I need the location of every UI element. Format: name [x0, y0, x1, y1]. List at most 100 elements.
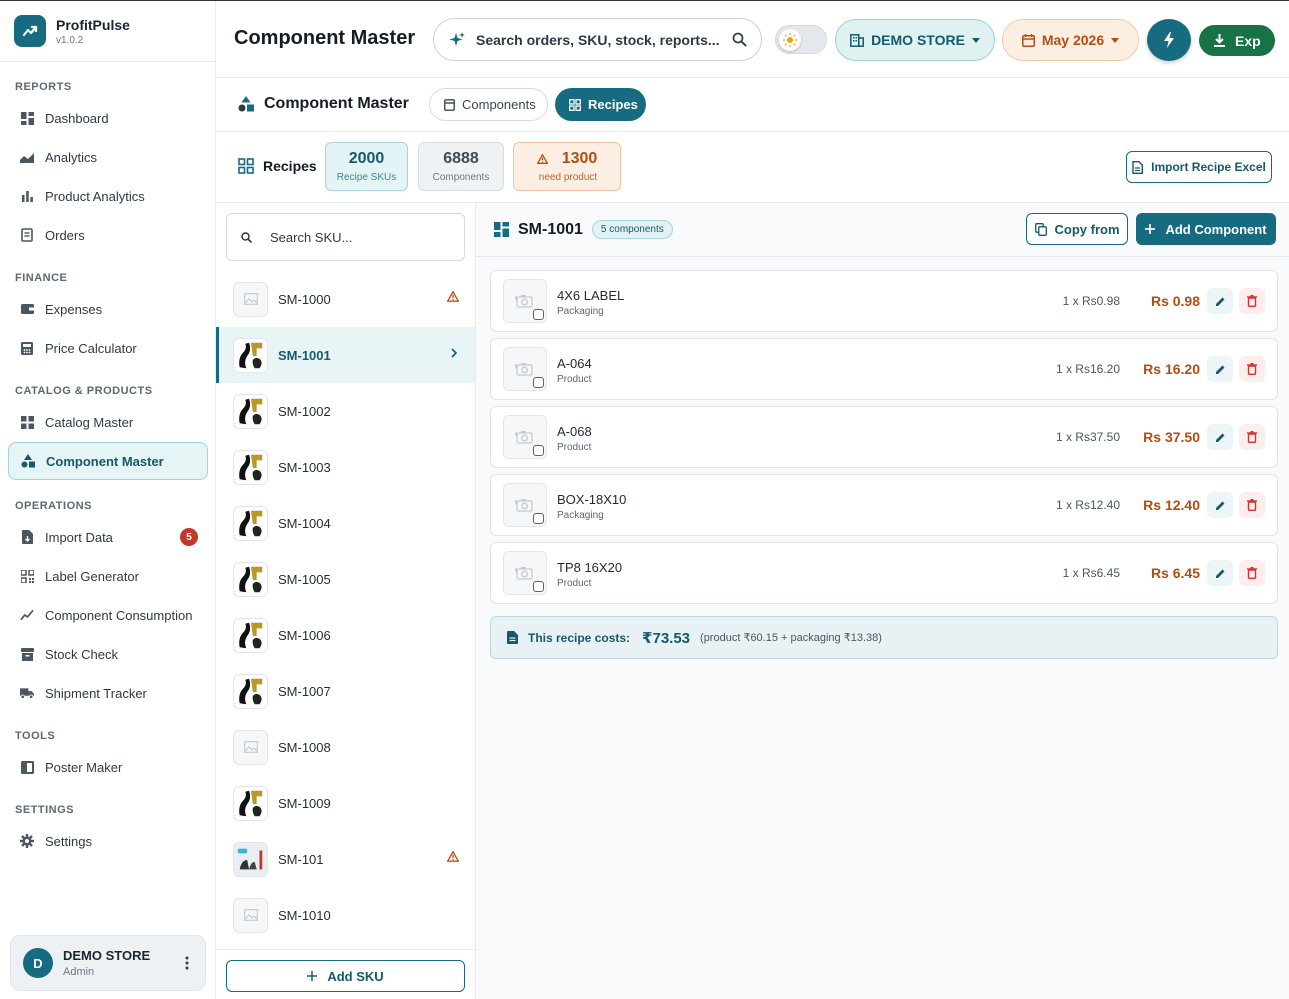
sidebar-item-analytics[interactable]: Analytics [8, 138, 208, 176]
sku-list-item[interactable]: SM-1010 [216, 887, 475, 943]
sidebar-item-label-generator[interactable]: Label Generator [8, 557, 208, 595]
add-photo-icon[interactable] [503, 415, 547, 459]
sidebar-item-label: Dashboard [45, 110, 109, 126]
product-thumbnail [233, 337, 268, 373]
add-sku-button[interactable]: Add SKU [226, 960, 465, 992]
import-count-badge: 5 [180, 528, 198, 546]
tab-components[interactable]: Components [429, 88, 548, 121]
sidebar-item-label: Label Generator [45, 568, 139, 584]
stat-value: 1300 [561, 150, 598, 167]
trend-icon [20, 608, 34, 622]
edit-button[interactable] [1207, 424, 1233, 450]
sku-list-item[interactable]: SM-1003 [216, 439, 475, 495]
export-button[interactable]: Exp [1199, 25, 1275, 56]
component-name: A-064 [557, 356, 592, 371]
recipe-grid-icon [569, 98, 581, 111]
stat-recipe-skus[interactable]: 2000 Recipe SKUs [325, 142, 408, 191]
add-component-label: Add Component [1165, 221, 1267, 237]
sku-list-item[interactable]: SM-101 [216, 831, 475, 887]
brand[interactable]: ProfitPulse v1.0.2 [14, 15, 130, 47]
sku-name: SM-1005 [278, 571, 331, 587]
sku-list-item[interactable]: SM-1000 [216, 271, 475, 327]
component-row: A-064 Product 1 x Rs16.20 Rs 16.20 [490, 338, 1278, 400]
sidebar-item-label: Import Data [45, 529, 113, 545]
sparkle-icon [448, 31, 466, 49]
store-selector[interactable]: DEMO STORE [835, 19, 995, 61]
quick-action-button[interactable] [1147, 19, 1191, 61]
sidebar-item-settings[interactable]: Settings [8, 822, 208, 860]
trash-icon [1247, 499, 1257, 511]
section-settings: SETTINGS [15, 804, 75, 816]
sku-list-item[interactable]: SM-1008 [216, 719, 475, 775]
truck-icon [20, 686, 34, 700]
edit-button[interactable] [1207, 492, 1233, 518]
sidebar-item-import-data[interactable]: Import Data 5 [8, 518, 208, 556]
global-search[interactable]: Search orders, SKU, stock, reports... [433, 18, 762, 61]
sidebar-item-label: Stock Check [45, 646, 118, 662]
section-title: Component Master [238, 95, 409, 113]
caret-down-icon [971, 37, 980, 43]
sku-list-item[interactable]: SM-1002 [216, 383, 475, 439]
edit-button[interactable] [1207, 288, 1233, 314]
tab-recipes[interactable]: Recipes [555, 88, 646, 121]
add-photo-icon[interactable] [503, 347, 547, 391]
mini-badge-icon [533, 445, 544, 456]
sidebar-item-component-consumption[interactable]: Component Consumption [8, 596, 208, 634]
sku-list-item[interactable]: SM-1007 [216, 663, 475, 719]
product-thumbnail [233, 841, 268, 877]
stat-need-product[interactable]: 1300 need product [513, 142, 621, 191]
edit-button[interactable] [1207, 356, 1233, 382]
sidebar-item-shipment-tracker[interactable]: Shipment Tracker [8, 674, 208, 712]
avatar: D [23, 948, 53, 978]
sku-name: SM-1001 [278, 347, 331, 363]
delete-button[interactable] [1239, 560, 1265, 586]
sidebar-item-orders[interactable]: Orders [8, 216, 208, 254]
search-icon[interactable] [732, 32, 747, 47]
product-thumbnail [233, 785, 268, 821]
sku-list-item[interactable]: SM-1004 [216, 495, 475, 551]
delete-button[interactable] [1239, 424, 1265, 450]
stat-components[interactable]: 6888 Components [418, 142, 504, 191]
copy-from-button[interactable]: Copy from [1026, 213, 1128, 245]
sidebar-item-poster-maker[interactable]: Poster Maker [8, 748, 208, 786]
delete-button[interactable] [1239, 492, 1265, 518]
sku-list-item[interactable]: SM-1005 [216, 551, 475, 607]
component-qty: 1 x Rs37.50 [1055, 430, 1120, 444]
sidebar-item-product-analytics[interactable]: Product Analytics [8, 177, 208, 215]
sidebar-item-stock-check[interactable]: Stock Check [8, 635, 208, 673]
edit-button[interactable] [1207, 560, 1233, 586]
sidebar-item-dashboard[interactable]: Dashboard [8, 99, 208, 137]
sidebar-item-expenses[interactable]: Expenses [8, 290, 208, 328]
sku-list-item[interactable]: SM-1009 [216, 775, 475, 831]
add-photo-icon[interactable] [503, 551, 547, 595]
trash-icon [1247, 431, 1257, 443]
sidebar-item-price-calculator[interactable]: Price Calculator [8, 329, 208, 367]
add-photo-icon[interactable] [503, 279, 547, 323]
sku-list-item[interactable]: SM-1001 [216, 327, 475, 383]
delete-button[interactable] [1239, 288, 1265, 314]
sku-search-input[interactable]: Search SKU... [226, 213, 465, 261]
section-reports: REPORTS [15, 81, 72, 93]
component-type: Packaging [557, 510, 604, 521]
sku-list-item[interactable]: SM-1006 [216, 607, 475, 663]
component-qty: 1 x Rs16.20 [1055, 362, 1120, 376]
image-placeholder-icon [233, 897, 268, 933]
sidebar-item-catalog-master[interactable]: Catalog Master [8, 403, 208, 441]
file-excel-icon [1132, 160, 1144, 174]
delete-button[interactable] [1239, 356, 1265, 382]
sidebar-item-label: Expenses [45, 301, 103, 317]
stat-value: 2000 [348, 150, 385, 167]
theme-toggle[interactable] [775, 25, 827, 54]
add-photo-icon[interactable] [503, 483, 547, 527]
component-name: 4X6 LABEL [557, 288, 625, 303]
import-recipe-excel-button[interactable]: Import Recipe Excel [1126, 151, 1272, 183]
poster-icon [20, 760, 34, 774]
shapes-icon [238, 96, 254, 112]
kebab-menu-icon[interactable] [185, 956, 189, 970]
sidebar-item-component-master[interactable]: Component Master [8, 442, 208, 480]
component-qty: 1 x Rs6.45 [1062, 566, 1120, 580]
sidebar-item-label: Product Analytics [45, 188, 145, 204]
user-card[interactable]: D DEMO STORE Admin [10, 935, 206, 991]
add-component-button[interactable]: Add Component [1136, 213, 1276, 245]
month-selector[interactable]: May 2026 [1002, 19, 1139, 61]
